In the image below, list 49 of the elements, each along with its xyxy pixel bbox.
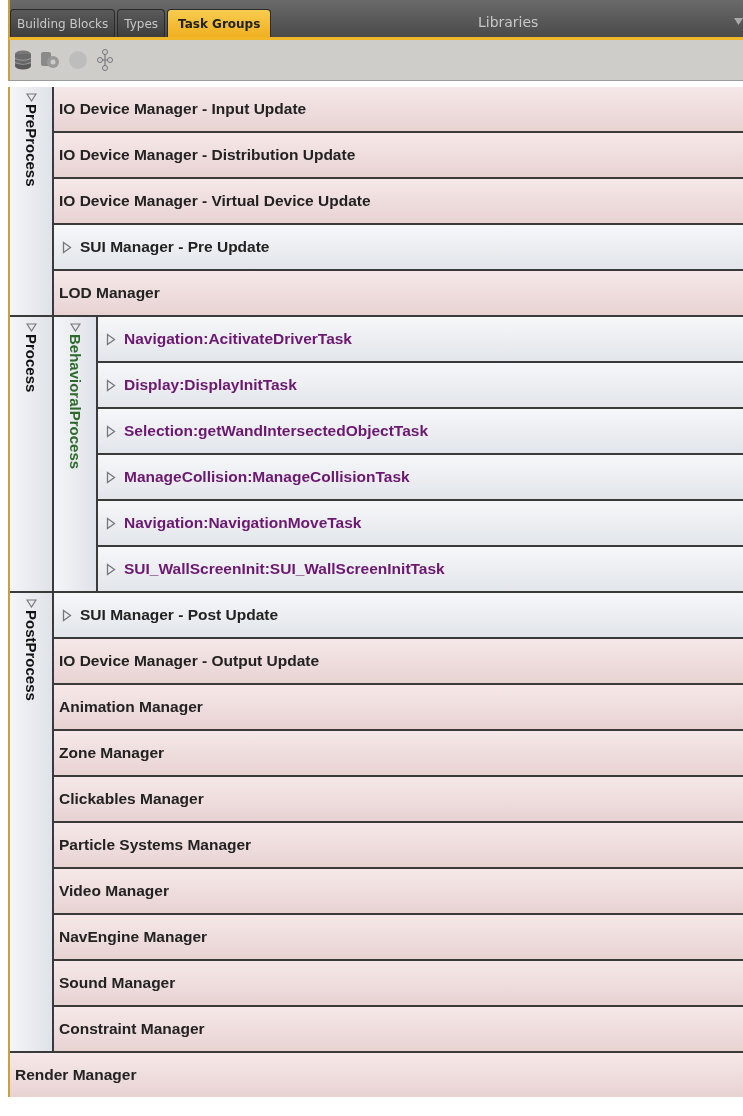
task-row[interactable]: SUI Manager - Post Update xyxy=(54,593,743,639)
task-row[interactable]: Animation Manager xyxy=(54,685,743,731)
expand-arrow-icon[interactable] xyxy=(106,562,116,576)
database-icon[interactable] xyxy=(14,50,32,70)
expand-arrow-icon[interactable] xyxy=(106,332,116,346)
task-row[interactable]: Sound Manager xyxy=(54,961,743,1007)
task-row[interactable]: Display:DisplayInitTask xyxy=(98,363,743,409)
task-row[interactable]: SUI_WallScreenInit:SUI_WallScreenInitTask xyxy=(98,547,743,591)
task-group-header[interactable]: BehavioralProcess xyxy=(54,317,98,591)
task-row[interactable]: IO Device Manager - Virtual Device Update xyxy=(54,179,743,225)
collapse-arrow-icon[interactable] xyxy=(25,599,37,608)
task-group-header[interactable]: PostProcess xyxy=(10,593,54,1051)
expand-arrow-icon[interactable] xyxy=(106,516,116,530)
task-row[interactable]: Video Manager xyxy=(54,869,743,915)
task-row[interactable]: Clickables Manager xyxy=(54,777,743,823)
collapse-arrow-icon[interactable] xyxy=(25,323,37,332)
task-row[interactable]: Selection:getWandIntersectedObjectTask xyxy=(98,409,743,455)
task-row[interactable]: LOD Manager xyxy=(54,271,743,315)
tab[interactable]: Types xyxy=(117,9,166,37)
collapse-arrow-icon[interactable] xyxy=(69,323,81,332)
expand-arrow-icon[interactable] xyxy=(106,378,116,392)
tab[interactable]: Task Groups xyxy=(167,9,272,37)
tab[interactable]: Building Blocks xyxy=(10,9,116,37)
expand-arrow-icon[interactable] xyxy=(106,470,116,484)
dropdown-arrow-icon[interactable] xyxy=(734,18,743,25)
group-label: BehavioralProcess xyxy=(66,334,84,470)
task-row[interactable]: Navigation:AcitivateDriverTask xyxy=(98,317,743,363)
group-label: PreProcess xyxy=(22,104,40,187)
task-row[interactable]: IO Device Manager - Distribution Update xyxy=(54,133,743,179)
task-row[interactable]: Constraint Manager xyxy=(54,1007,743,1051)
task-row[interactable]: Render Manager xyxy=(10,1053,743,1097)
expand-arrow-icon[interactable] xyxy=(62,608,72,622)
expand-arrow-icon[interactable] xyxy=(62,240,72,254)
group-label: PostProcess xyxy=(22,610,40,701)
collapse-arrow-icon[interactable] xyxy=(25,93,37,102)
task-row[interactable]: ManageCollision:ManageCollisionTask xyxy=(98,455,743,501)
panel-title: Libraries xyxy=(477,13,539,30)
task-group-header[interactable]: Process xyxy=(10,317,54,591)
task-row[interactable]: Particle Systems Manager xyxy=(54,823,743,869)
node-graph-icon[interactable] xyxy=(96,49,114,71)
task-group-header[interactable]: PreProcess xyxy=(10,87,54,315)
expand-arrow-icon[interactable] xyxy=(106,424,116,438)
task-row[interactable]: IO Device Manager - Output Update xyxy=(54,639,743,685)
task-row[interactable]: Zone Manager xyxy=(54,731,743,777)
task-row[interactable]: Navigation:NavigationMoveTask xyxy=(98,501,743,547)
task-row[interactable]: IO Device Manager - Input Update xyxy=(54,87,743,133)
group-label: Process xyxy=(22,334,40,393)
task-row[interactable]: NavEngine Manager xyxy=(54,915,743,961)
task-row[interactable]: SUI Manager - Pre Update xyxy=(54,225,743,271)
